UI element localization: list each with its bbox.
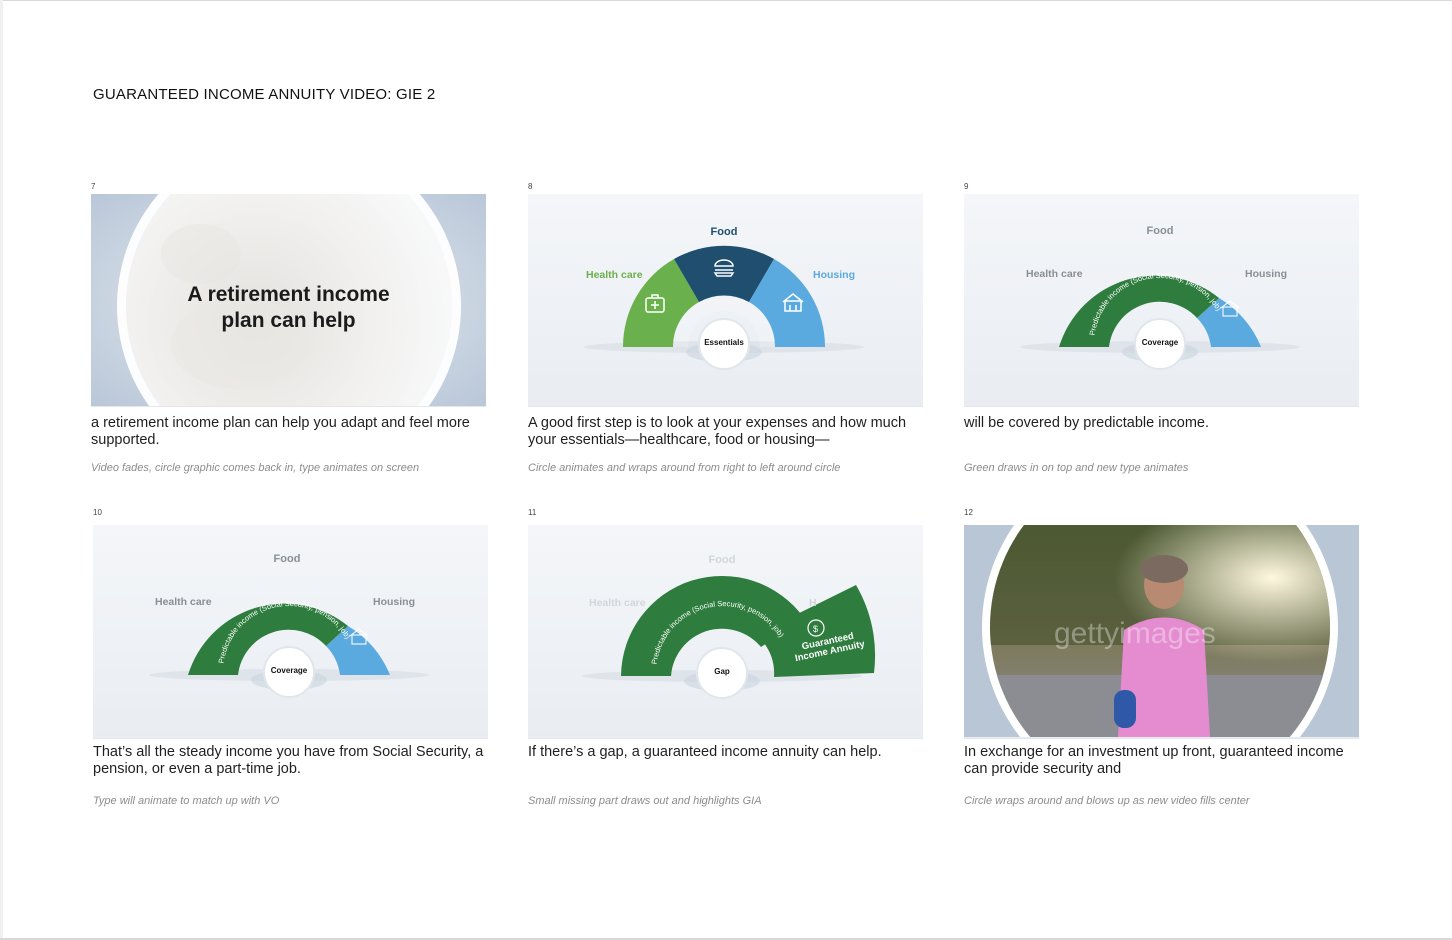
center-label: Coverage <box>1141 338 1179 347</box>
housing-label: H <box>809 597 817 609</box>
frame-thumbnail: A retirement income plan can help <box>91 194 486 407</box>
housing-label: Housing <box>813 269 855 281</box>
voiceover-caption: If there’s a gap, a guaranteed income an… <box>528 744 882 760</box>
food-label: Food <box>710 226 738 238</box>
video-circle-photo: gettyimages <box>964 525 1359 737</box>
frame-number: 7 <box>91 182 96 191</box>
animation-note: Circle wraps around and blows up as new … <box>964 795 1250 807</box>
animation-note: Circle animates and wraps around from ri… <box>528 462 841 474</box>
watermark-text: gettyimages <box>1054 617 1216 650</box>
voiceover-caption: will be covered by predictable income. <box>964 415 1210 431</box>
frame-thumbnail: Predictable income (Social Security, pen… <box>964 194 1359 407</box>
document-title: GUARANTEED INCOME ANNUITY VIDEO: GIE 2 <box>93 86 436 103</box>
center-label: Gap <box>714 667 730 676</box>
voiceover-caption: In exchange for an investment up front, … <box>964 744 1344 777</box>
frame-thumbnail: gettyimages <box>964 525 1359 739</box>
voiceover-caption: A good first step is to look at your exp… <box>528 415 907 448</box>
health-care-label: Health care <box>155 596 212 608</box>
page-left-edge <box>0 0 3 940</box>
food-label: Food <box>1146 225 1174 237</box>
frame-number: 11 <box>528 508 537 517</box>
animation-note: Video fades, circle graphic comes back i… <box>91 462 420 474</box>
frame-number: 12 <box>964 508 973 517</box>
center-label: Essentials <box>704 338 744 347</box>
frame-thumbnail: Predictable income (Social Security, pen… <box>93 525 488 739</box>
food-label: Food <box>708 554 736 566</box>
frame-headline: A retirement income plan can help <box>91 282 486 334</box>
health-care-label: Health care <box>1026 268 1083 280</box>
animation-note: Type will animate to match up with VO <box>93 795 280 807</box>
health-care-label: Health care <box>586 269 643 281</box>
svg-text:$: $ <box>813 624 818 634</box>
voiceover-caption: a retirement income plan can help you ad… <box>91 415 470 448</box>
voiceover-caption: That’s all the steady income you have fr… <box>93 744 484 777</box>
animation-note: Small missing part draws out and highlig… <box>528 795 762 807</box>
animation-note: Green draws in on top and new type anima… <box>964 462 1189 474</box>
housing-label: Housing <box>1245 268 1287 280</box>
frame-number: 8 <box>528 182 533 191</box>
headline-line-2: plan can help <box>221 309 356 332</box>
headline-line-1: A retirement income <box>187 283 390 306</box>
frame-thumbnail: Food Health care Housing Essentials <box>528 194 923 407</box>
frame-number: 9 <box>964 182 969 191</box>
food-label: Food <box>273 553 301 565</box>
health-care-label: Health care <box>589 597 646 609</box>
frame-number: 10 <box>93 508 102 517</box>
housing-label: Housing <box>373 596 415 608</box>
frame-thumbnail: Predictable income (Social Security, pen… <box>528 525 923 739</box>
page-top-rule <box>0 0 1452 1</box>
center-label: Coverage <box>270 666 308 675</box>
